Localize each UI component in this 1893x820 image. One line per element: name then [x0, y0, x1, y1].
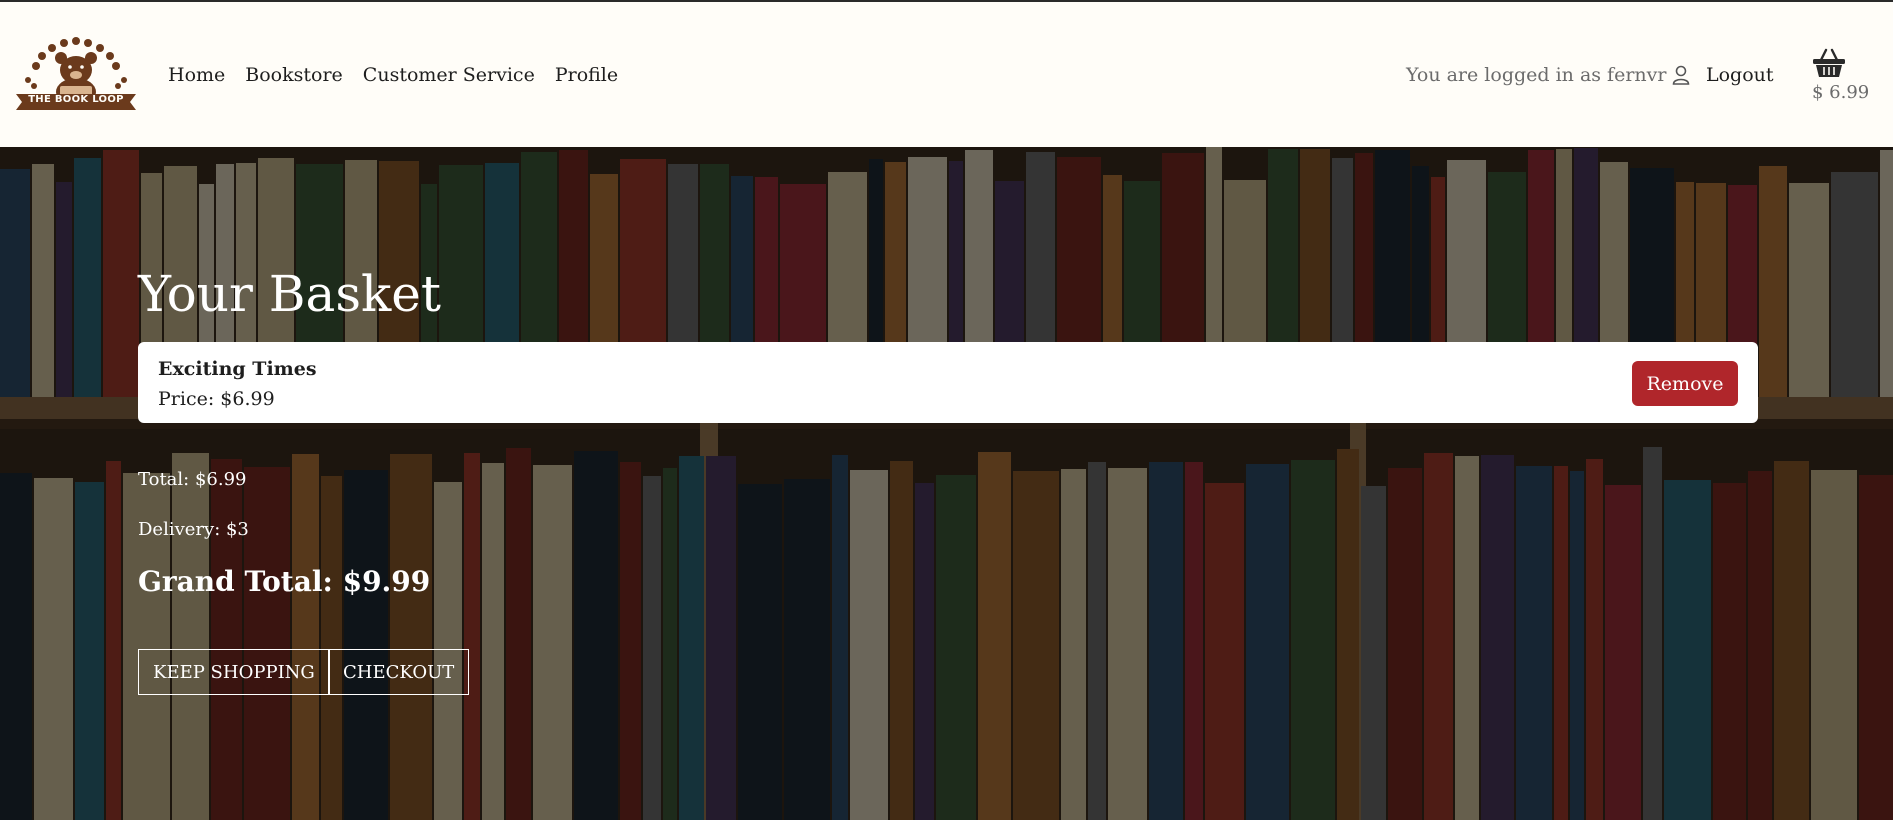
- user-icon: [1673, 65, 1690, 85]
- delivery-line: Delivery: $3: [138, 519, 249, 540]
- basket-icon[interactable]: [1812, 48, 1846, 78]
- page-title: Your Basket: [138, 265, 441, 323]
- basket-item-card: Exciting Times Price: $6.99 Remove: [138, 342, 1758, 423]
- basket-total[interactable]: $ 6.99: [1812, 82, 1869, 103]
- remove-button[interactable]: Remove: [1632, 361, 1738, 406]
- hero-dark-overlay: [0, 147, 1893, 820]
- logo-text: THE BOOK LOOP: [28, 94, 124, 105]
- basket-hero: Your Basket Exciting Times Price: $6.99 …: [0, 147, 1893, 820]
- site-header: THE BOOK LOOP Home Bookstore Customer Se…: [0, 2, 1893, 147]
- nav-profile[interactable]: Profile: [555, 64, 618, 86]
- logout-link[interactable]: Logout: [1706, 64, 1774, 86]
- basket-item-price: Price: $6.99: [158, 388, 275, 410]
- basket-total-line: Total: $6.99: [138, 469, 247, 490]
- keep-shopping-button[interactable]: KEEP SHOPPING: [138, 649, 330, 695]
- grand-total: Grand Total: $9.99: [138, 565, 431, 598]
- basket-item-title: Exciting Times: [158, 358, 317, 380]
- login-status: You are logged in as fernvr: [1406, 64, 1690, 86]
- nav-bookstore[interactable]: Bookstore: [245, 64, 343, 86]
- login-status-text: You are logged in as fernvr: [1406, 64, 1667, 86]
- nav-home[interactable]: Home: [168, 64, 225, 86]
- nav-customer-service[interactable]: Customer Service: [363, 64, 535, 86]
- checkout-button[interactable]: CHECKOUT: [328, 649, 470, 695]
- main-nav: Home Bookstore Customer Service Profile: [168, 64, 618, 86]
